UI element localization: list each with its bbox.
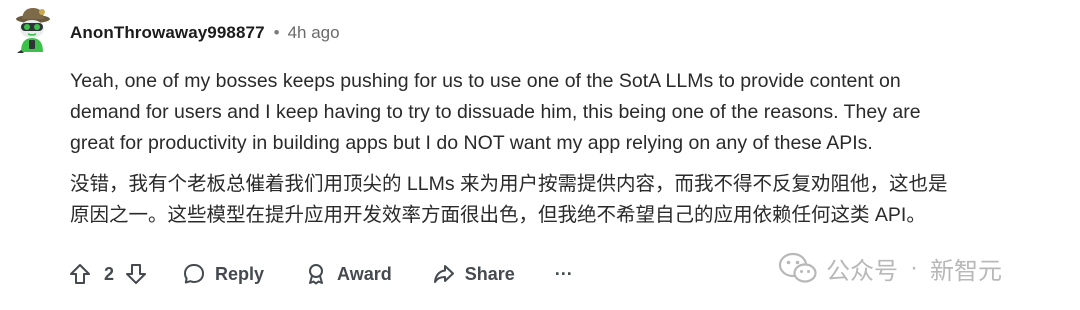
speech-bubble-icon [184, 264, 205, 284]
watermark-brand: 新智元 [930, 257, 1002, 285]
share-label: Share [464, 263, 515, 284]
upvote-button[interactable] [68, 262, 92, 286]
avatar[interactable] [8, 6, 56, 54]
upvote-arrow-icon [70, 264, 90, 284]
comment-text-english: Yeah, one of my bosses keeps pushing for… [70, 66, 1060, 159]
comment-line: great for productivity in building apps … [70, 132, 873, 154]
reply-button[interactable]: Reply [182, 262, 264, 286]
more-options-button[interactable]: ··· [555, 264, 573, 285]
comment-line: demand for users and I keep having to tr… [70, 101, 921, 123]
comment-text-chinese: 没错，我有个老板总催着我们用顶尖的 LLMs 来为用户按需提供内容，而我不得不反… [70, 169, 1060, 231]
watermark-name: 公众号 [826, 257, 898, 285]
comment-line: 没错，我有个老板总催着我们用顶尖的 LLMs 来为用户按需提供内容，而我不得不反… [70, 173, 948, 195]
comment: AnonThrowaway998877 • 4h ago Yeah, one o… [0, 0, 1080, 310]
comment-meta: AnonThrowaway998877 • 4h ago [70, 20, 340, 46]
watermark-separator: · [910, 254, 918, 281]
comment-body: Yeah, one of my bosses keeps pushing for… [70, 66, 1060, 231]
downvote-arrow-icon [126, 264, 147, 284]
share-arrow-icon [433, 265, 454, 283]
reply-label: Reply [215, 263, 265, 284]
comment-actions: 2 Reply Award Share ··· [68, 258, 573, 290]
wechat-logo-icon [778, 252, 817, 283]
vote-count: 2 [104, 263, 115, 284]
comment-line: 原因之一。这些模型在提升应用开发效率方面很出色，但我绝不希望自己的应用依赖任何这… [70, 204, 926, 226]
comment-line: Yeah, one of my bosses keeps pushing for… [70, 70, 901, 92]
snoo-avatar-icon [16, 8, 50, 53]
award-label: Award [337, 263, 392, 284]
comment-timestamp[interactable]: 4h ago [288, 23, 340, 43]
username-link[interactable]: AnonThrowaway998877 [70, 23, 265, 43]
watermark: 公众号 · 新智元 [778, 248, 1002, 288]
downvote-button[interactable] [124, 262, 148, 286]
award-medal-icon [309, 264, 324, 285]
award-button[interactable]: Award [304, 262, 392, 286]
meta-separator: • [273, 23, 280, 42]
share-button[interactable]: Share [432, 262, 515, 286]
more-options-label: ··· [554, 263, 573, 284]
